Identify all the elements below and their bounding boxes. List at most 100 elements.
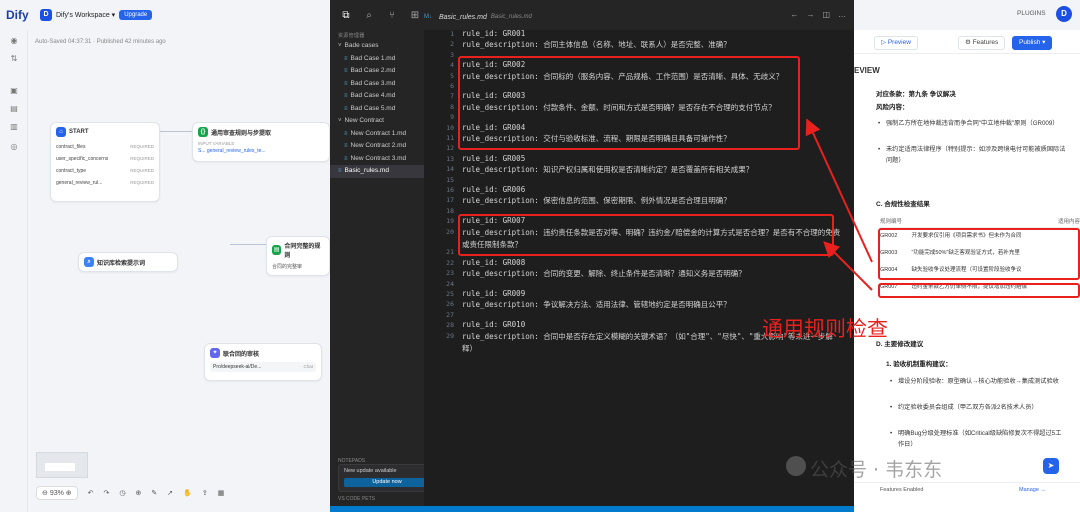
line-number: 27	[446, 310, 454, 319]
edge	[230, 244, 266, 245]
review-topbar: PLUGINS D	[854, 0, 1080, 30]
kb-node-title: 知识库检索提示词	[97, 260, 146, 267]
code-line: rule_id: GR010	[462, 320, 526, 330]
table-header: 规则编号 适用内容	[880, 216, 1080, 228]
export-icon[interactable]: ⇪	[202, 489, 208, 497]
features-button[interactable]: ⚙ Features	[958, 36, 1006, 50]
line-number: 13	[446, 154, 454, 163]
note-icon[interactable]: ✎	[151, 489, 157, 497]
forward-icon[interactable]: →	[806, 10, 814, 19]
back-icon[interactable]: ←	[790, 10, 798, 19]
line-number: 20	[446, 227, 454, 236]
markdown-icon: M↓	[424, 14, 432, 20]
contract-node-title: 合同完整的规则	[284, 244, 321, 259]
app-icon[interactable]: ◉	[9, 36, 19, 46]
rules-node-var: S... general_review_rules_te...	[198, 148, 266, 154]
tree-file[interactable]: ≡ New Contract 1.md	[330, 128, 424, 141]
llm-node-title: 联合回的审核	[223, 351, 260, 358]
redo-icon[interactable]: ↷	[104, 489, 110, 497]
start-node-title: START	[69, 129, 89, 135]
tree-item-label: Bad Case 5.md	[350, 104, 396, 112]
autosave-status: Auto-Saved 04:37:31 · Published 42 minut…	[35, 39, 166, 45]
tree-item-label: Basic_rules.md	[344, 167, 389, 174]
swap-icon[interactable]: ⇅	[9, 54, 19, 64]
line-number: 28	[446, 321, 454, 330]
risk-bullet: 未约定适用法律程序（特别提示：如涉及跨境电付可能被质国际法问题）	[878, 144, 1066, 166]
source-control-icon[interactable]: ⑂	[385, 10, 399, 21]
watermark: 公众号 · 韦东东	[810, 459, 943, 481]
editor-tab[interactable]: M↓ Basic_rules.md Basic_rules.md	[424, 8, 532, 26]
extensions-icon[interactable]: ⊞	[408, 10, 422, 21]
tree-file[interactable]: ≡ Bad Case 4.md	[330, 90, 424, 103]
tree-file[interactable]: ≡ Bad Case 5.md	[330, 103, 424, 116]
doc-icon: ▤	[272, 245, 282, 255]
tree-folder[interactable]: ˅ New Contract	[330, 115, 424, 128]
rules-extract-node[interactable]: {} 通用审查规则与步提取 INPUT VARIABLE S... general…	[192, 122, 330, 162]
annotation-label: 通用规则检查	[762, 317, 888, 341]
suggestion-bullet: 约定验收委员会组成（甲乙双方各派2名技术人员）	[890, 402, 1066, 413]
llm-review-node[interactable]: ✦ 联合回的审核 Pro/deepseek-ai/De... Chat	[204, 343, 322, 381]
history-icon[interactable]: ◷	[119, 489, 125, 497]
avatar[interactable]: D	[1056, 6, 1072, 22]
tree-item-label: New Contract 2.md	[350, 142, 407, 149]
notification-text: New update available	[344, 468, 397, 474]
code-line: rule_id: GR005	[462, 153, 526, 163]
tree-file[interactable]: ≡ Bad Case 1.md	[330, 53, 424, 66]
features-bar: Features Enabled Manage →	[854, 482, 1080, 498]
suggestion-bullet: 明确Bug分级处理标准（如Critical级缺陷修复次不得超过5工作日）	[890, 428, 1066, 450]
tree-item-label: New Contract 3.md	[350, 154, 407, 162]
contract-node[interactable]: ▤ 合同完整的规则 合同的完整审	[266, 236, 330, 276]
tree-file[interactable]: ≡ Bad Case 3.md	[330, 78, 424, 91]
workflow-icon[interactable]: ▣	[9, 86, 19, 96]
hand-icon[interactable]: ✋	[183, 489, 192, 497]
manage-link[interactable]: Manage →	[1019, 487, 1046, 493]
tree-file[interactable]: ≡ Bad Case 2.md	[330, 65, 424, 78]
workspace-switcher[interactable]: Dify's Workspace ▾	[56, 11, 115, 19]
llm-model: Pro/deepseek-ai/De...	[213, 364, 262, 370]
code-pets-section[interactable]: VS CODE PETS	[330, 496, 424, 502]
review-panel: PLUGINS D ▷ Preview ⚙ Features Publish ▾…	[854, 0, 1080, 512]
plugins-link[interactable]: PLUGINS	[1017, 10, 1046, 17]
explorer-sidebar: 资源管理器 ˅ Bade cases ≡ Bad Case 1.md ≡ Bad Case…	[330, 30, 424, 512]
file-icon[interactable]: ▤	[9, 104, 19, 114]
tree-file[interactable]: ≡ New Contract 3.md	[330, 153, 424, 166]
line-number: 12	[446, 144, 454, 153]
line-number: 17	[446, 196, 454, 205]
preview-button[interactable]: ▷ Preview	[874, 36, 918, 50]
llm-icon: ✦	[210, 348, 220, 358]
explorer-icon[interactable]: ⧉	[339, 10, 353, 21]
clause-ref: 对应条款：第九条 争议解决	[876, 91, 956, 98]
line-number: 6	[450, 82, 454, 90]
explorer-header: 资源管理器	[338, 33, 365, 39]
add-node-icon[interactable]: ⊕	[136, 489, 142, 497]
markdown-icon: ≡	[344, 105, 348, 112]
start-node[interactable]: ⌂ START contract_files REQUIRED user_speci…	[50, 122, 160, 202]
line-number: 25	[446, 290, 454, 298]
minimap[interactable]	[36, 452, 88, 478]
line-number: 3	[450, 50, 454, 59]
upgrade-button[interactable]: Upgrade	[119, 10, 153, 20]
logs-icon[interactable]: ▥	[9, 122, 19, 132]
file-tree: ˅ Bade cases ≡ Bad Case 1.md ≡ Bad Case 2.md ≡…	[330, 40, 424, 178]
update-now-button[interactable]: Update now	[344, 478, 430, 487]
split-icon[interactable]: ◫	[822, 10, 830, 19]
markdown-icon: ≡	[344, 155, 348, 162]
pointer-icon[interactable]: ➚	[167, 489, 173, 497]
line-number: 24	[446, 279, 454, 288]
undo-icon[interactable]: ↶	[88, 489, 94, 497]
layout-icon[interactable]: ▦	[218, 489, 225, 497]
tree-file[interactable]: ≡ Basic_rules.md	[330, 165, 424, 178]
tree-folder[interactable]: ˅ Bade cases	[330, 40, 424, 53]
home-icon: ⌂	[56, 127, 66, 137]
markdown-icon: ≡	[344, 93, 348, 99]
more-icon[interactable]: …	[838, 10, 846, 19]
canvas-controls: ⊖ 93% ⊕ ↶ ↷ ◷ ⊕ ✎ ➚ ✋ ⇪ ▦	[36, 486, 224, 500]
zoom-control[interactable]: ⊖ 93% ⊕	[36, 486, 78, 500]
publish-button[interactable]: Publish ▾	[1012, 36, 1053, 50]
search-icon[interactable]: ⌕	[362, 10, 376, 21]
line-number: 18	[446, 206, 454, 215]
monitor-icon[interactable]: ◎	[9, 142, 19, 152]
kb-retrieval-node[interactable]: ⌕ 知识库检索提示词	[78, 252, 178, 272]
send-icon[interactable]: ➤	[1043, 458, 1059, 474]
tree-file[interactable]: ≡ New Contract 2.md	[330, 140, 424, 153]
